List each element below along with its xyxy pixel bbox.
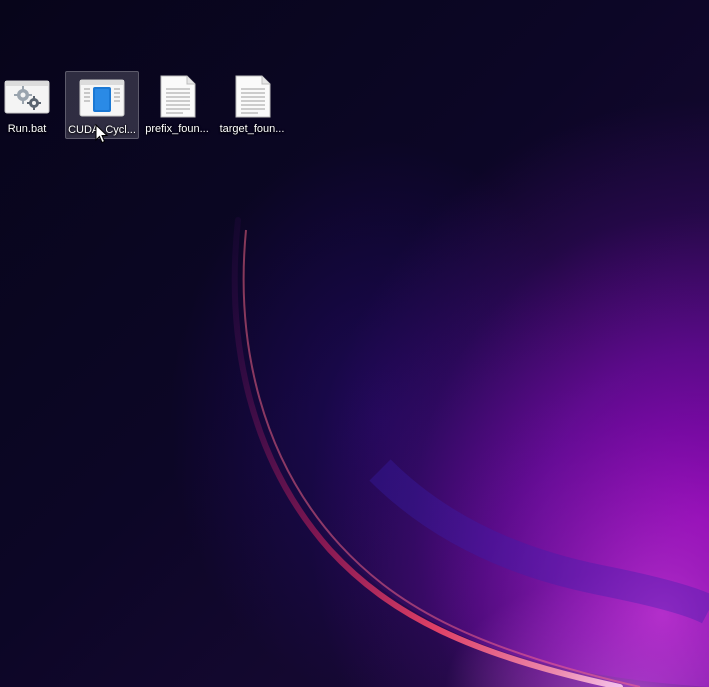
mouse-pointer-icon — [95, 124, 109, 144]
icon-label: target_foun... — [219, 123, 285, 135]
batch-file-gear-icon — [4, 80, 50, 114]
icon-label: Run.bat — [7, 123, 47, 135]
application-window-icon — [79, 79, 125, 117]
desktop-icon-prefix-found[interactable]: prefix_foun... — [140, 71, 214, 139]
desktop-background: Run.bat CUDA_Cycl... prefix_foun... targ… — [0, 0, 709, 687]
desktop-icon-run-bat[interactable]: Run.bat — [0, 71, 64, 139]
desktop-icon-target-found[interactable]: target_foun... — [215, 71, 289, 139]
text-document-icon — [235, 75, 271, 118]
icon-label: prefix_foun... — [145, 123, 209, 135]
text-document-icon — [160, 75, 196, 118]
